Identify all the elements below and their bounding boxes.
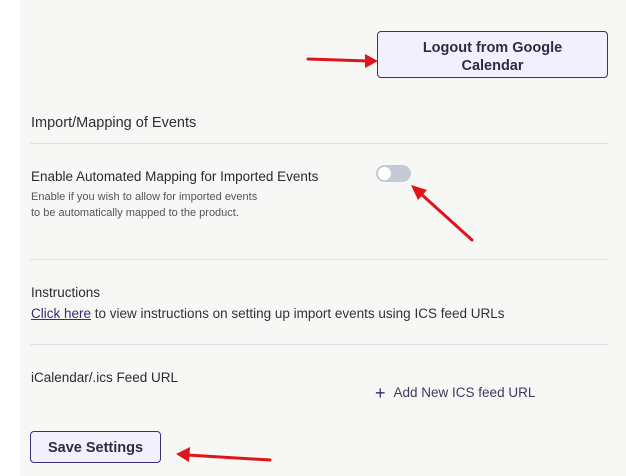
annotation-arrow-toggle (411, 185, 474, 242)
annotation-arrow-save (176, 447, 272, 462)
annotation-arrow-logout (306, 54, 378, 68)
annotation-arrows (176, 54, 474, 462)
